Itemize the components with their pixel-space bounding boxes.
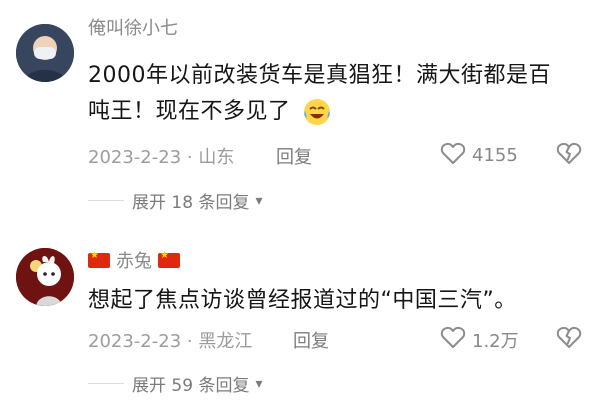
date-location: 2023-2-23 · 山东 <box>88 147 235 168</box>
username-text: 俺叫徐小七 <box>88 18 178 39</box>
heart-icon <box>440 141 466 170</box>
avatar[interactable] <box>16 248 74 306</box>
expand-replies-label: 展开 18 条回复 <box>132 193 250 213</box>
comment-text-line1: 2000年以前改装货车是真猖狂！满大街都是百 <box>88 63 551 88</box>
expand-replies-button[interactable]: 展开 18 条回复 ▾ <box>88 188 262 213</box>
avatar[interactable] <box>16 24 74 82</box>
crying-laughing-emoji-icon <box>302 97 332 127</box>
reply-button[interactable]: 回复 <box>293 327 329 353</box>
china-flag-icon <box>158 250 180 268</box>
like-count: 4155 <box>472 145 518 166</box>
heart-icon <box>440 325 466 354</box>
date-location: 2023-2-23 · 黑龙江 <box>88 331 253 352</box>
expand-replies-label: 展开 59 条回复 <box>132 376 250 396</box>
divider-line <box>88 200 124 201</box>
username[interactable]: 俺叫徐小七 <box>88 14 178 40</box>
broken-heart-icon <box>556 326 582 354</box>
comment-text-line1: 想起了焦点访谈曾经报道过的“中国三汽”。 <box>88 288 517 313</box>
dislike-button[interactable] <box>556 325 582 354</box>
dislike-button[interactable] <box>556 141 582 170</box>
comment-meta: 2023-2-23 · 山东 回复 4155 <box>88 141 588 170</box>
china-flag-icon <box>88 250 110 268</box>
comment-text-line2: 吨王！现在不多见了 <box>88 99 291 124</box>
chevron-down-icon: ▾ <box>255 192 263 209</box>
username[interactable]: 赤兔 <box>88 247 180 273</box>
like-count: 1.2万 <box>472 330 519 352</box>
like-button[interactable]: 1.2万 <box>440 325 519 354</box>
comment-meta: 2023-2-23 · 黑龙江 回复 1.2万 <box>88 325 588 354</box>
divider-line <box>88 383 124 384</box>
reply-button[interactable]: 回复 <box>276 143 312 169</box>
comment-text: 想起了焦点访谈曾经报道过的“中国三汽”。 <box>88 283 588 319</box>
broken-heart-icon <box>556 142 582 170</box>
comment-text: 2000年以前改装货车是真猖狂！满大街都是百 吨王！现在不多见了 <box>88 58 588 130</box>
like-button[interactable]: 4155 <box>440 141 518 170</box>
expand-replies-button[interactable]: 展开 59 条回复 ▾ <box>88 371 262 396</box>
chevron-down-icon: ▾ <box>255 375 263 392</box>
username-text: 赤兔 <box>116 251 152 272</box>
